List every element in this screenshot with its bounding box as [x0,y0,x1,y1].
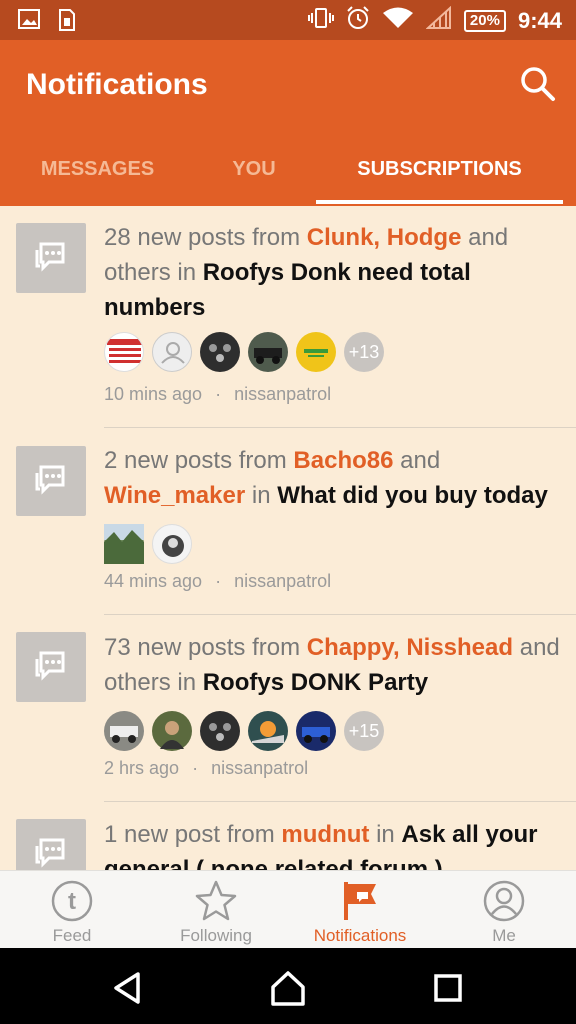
star-icon [195,880,237,921]
timestamp: 2 hrs ago [104,758,180,778]
nav-following[interactable]: Following [144,871,288,949]
topic-link[interactable]: Roofys DONK Party [203,669,428,696]
avatar-row: +15 [104,711,384,751]
avatar[interactable] [104,332,144,372]
bottom-navigation: t Feed Following Notifications Me [0,870,576,948]
tab-you[interactable]: YOU [190,140,318,206]
avatar[interactable] [296,711,336,751]
avatar-row [104,524,192,564]
notification-text: 28 new posts from Clunk, Hodge and other… [104,224,509,321]
avatar[interactable] [152,332,192,372]
chat-bubble-icon [16,819,86,870]
user-link[interactable]: mudnut [281,821,369,848]
app-bar: Notifications MESSAGES YOU SUBSCRIPTIONS [0,40,576,206]
recents-button[interactable] [428,968,468,1008]
chat-bubble-icon [16,446,86,516]
nav-me[interactable]: Me [432,871,576,949]
forum-name[interactable]: nissanpatrol [234,384,331,404]
avatar[interactable] [152,711,192,751]
avatar[interactable] [296,332,336,372]
notification-item[interactable]: 73 new posts from Chappy, Nisshead and o… [0,615,576,802]
avatar[interactable] [248,711,288,751]
active-tab-indicator [316,200,563,204]
more-participants-badge[interactable]: +13 [344,332,384,372]
notification-meta: 10 mins ago · nissanpatrol [104,384,331,405]
avatar[interactable] [104,711,144,751]
back-button[interactable] [108,968,148,1008]
avatar[interactable] [152,524,192,564]
search-icon [521,67,555,101]
forum-name[interactable]: nissanpatrol [211,758,308,778]
meta-separator: · [192,758,199,778]
meta-separator: · [215,384,222,404]
nav-label: Feed [52,926,92,945]
notification-text: 73 new posts from Chappy, Nisshead and o… [104,634,560,696]
system-navigation-bar [0,948,576,1024]
avatar[interactable] [200,711,240,751]
nav-label: Following [180,926,252,945]
home-icon [271,971,305,1006]
notification-text: 2 new posts from Bacho86 and Wine_maker … [104,447,548,509]
sim-notification-icon [58,8,76,37]
flag-icon [344,882,376,920]
forum-name[interactable]: nissanpatrol [234,571,331,591]
alarm-icon [346,6,370,35]
notification-meta: 2 hrs ago · nissanpatrol [104,758,308,779]
nav-feed[interactable]: t Feed [0,871,144,949]
tab-subscriptions[interactable]: SUBSCRIPTIONS [316,140,563,206]
user-link[interactable]: Wine_maker [104,482,245,509]
avatar[interactable] [248,332,288,372]
tab-bar: MESSAGES YOU SUBSCRIPTIONS [0,140,576,206]
user-link[interactable]: Clunk, Hodge [307,224,462,251]
notification-list: 28 new posts from Clunk, Hodge and other… [0,206,576,870]
nav-label: Notifications [313,926,407,945]
vibrate-icon [307,7,334,34]
notification-item[interactable]: 1 new post from mudnut in Ask all your g… [0,802,576,870]
notification-text: 1 new post from mudnut in Ask all your g… [104,817,560,870]
notification-meta: 44 mins ago · nissanpatrol [104,571,331,592]
home-button[interactable] [268,968,308,1008]
nav-notifications[interactable]: Notifications [288,871,432,949]
user-link[interactable]: Bacho86 [293,447,393,474]
meta-separator: · [215,571,222,591]
avatar[interactable] [104,524,144,564]
more-participants-badge[interactable]: +15 [344,711,384,751]
recents-icon [434,974,462,1002]
nav-label: Me [492,926,516,945]
topic-link[interactable]: What did you buy today [277,482,548,509]
signal-icon [425,5,452,35]
timestamp: 10 mins ago [104,384,203,404]
chat-bubble-icon [16,632,86,702]
svg-text:t: t [68,888,76,915]
avatar[interactable] [200,332,240,372]
status-bar: 20% 9:44 [0,0,576,40]
notification-item[interactable]: 2 new posts from Bacho86 and Wine_maker … [0,428,576,615]
timestamp: 44 mins ago [104,571,203,591]
back-icon [114,972,140,1004]
gallery-notification-icon [18,8,40,37]
chat-bubble-icon [16,223,86,293]
clock: 9:44 [517,7,562,33]
notification-item[interactable]: 28 new posts from Clunk, Hodge and other… [0,206,576,428]
page-title: Notifications [26,68,208,101]
wifi-icon [382,6,414,35]
profile-icon [483,880,525,922]
search-button[interactable] [518,64,558,104]
feed-icon: t [51,880,93,922]
tab-messages[interactable]: MESSAGES [10,140,185,206]
avatar-row: +13 [104,332,384,372]
battery-indicator: 20% [463,9,506,32]
user-link[interactable]: Chappy, Nisshead [307,634,513,661]
